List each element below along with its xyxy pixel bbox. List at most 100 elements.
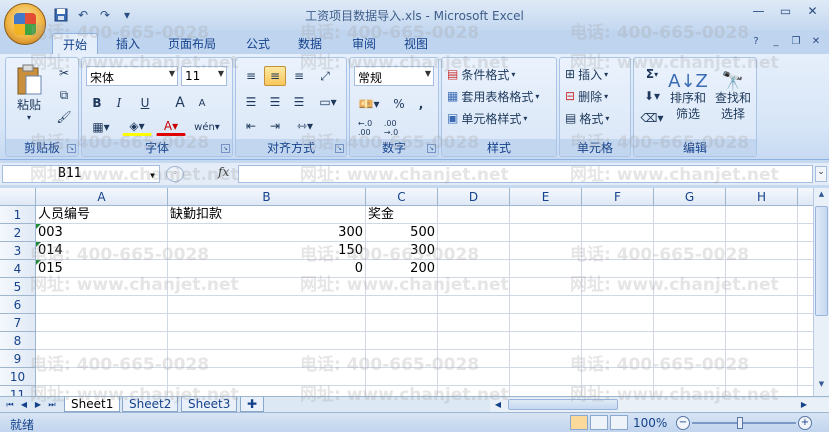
row-header-3[interactable]: 3 [0, 242, 36, 260]
scroll-up-icon[interactable]: ▲ [815, 190, 828, 204]
italic-button[interactable]: I [110, 94, 128, 112]
cell-e2[interactable] [510, 224, 582, 242]
cell-g4[interactable] [654, 260, 726, 278]
copy-icon[interactable]: ⧉ [54, 86, 74, 104]
tab-review[interactable]: 审阅 [342, 33, 386, 54]
column-header-h[interactable]: H [726, 188, 798, 206]
cell-c8[interactable] [366, 332, 438, 350]
cell-g11[interactable] [654, 386, 726, 396]
cell-f3[interactable] [582, 242, 654, 260]
grow-font-button[interactable]: A [170, 94, 190, 112]
percent-button[interactable]: % [390, 94, 408, 114]
cell-d3[interactable] [438, 242, 510, 260]
cell-c1[interactable]: 奖金 [366, 206, 438, 224]
cell-f7[interactable] [582, 314, 654, 332]
cell-c4[interactable]: 200 [366, 260, 438, 278]
cell-b11[interactable] [168, 386, 366, 396]
zoom-slider-track[interactable] [692, 422, 796, 424]
align-left-icon[interactable]: ☰ [240, 92, 262, 112]
format-cells-button[interactable]: ▤ 格式 ▾ [564, 108, 628, 128]
cell-e5[interactable] [510, 278, 582, 296]
insert-cells-button[interactable]: ⊞ 插入 ▾ [564, 64, 628, 84]
cell-e10[interactable] [510, 368, 582, 386]
doc-restore-icon[interactable]: ❐ [789, 34, 803, 48]
shrink-font-button[interactable]: A [192, 94, 212, 112]
name-box[interactable]: B11 ▼ [2, 165, 160, 183]
cell-d1[interactable] [438, 206, 510, 224]
cell-d2[interactable] [438, 224, 510, 242]
horizontal-scrollbar[interactable]: ◀ ▶ [490, 398, 829, 412]
conditional-format-button[interactable]: ▤ 条件格式 ▾ [446, 64, 554, 84]
decrease-indent-icon[interactable]: ⇤ [240, 116, 262, 136]
zoom-level[interactable]: 100% [633, 416, 667, 430]
fill-icon[interactable]: ⬇▾ [638, 86, 666, 106]
cell-f6[interactable] [582, 296, 654, 314]
fill-color-icon[interactable]: ◈▾ [122, 118, 152, 136]
cell-d10[interactable] [438, 368, 510, 386]
doc-minimize-icon[interactable]: _ [769, 34, 783, 48]
cancel-formula-icon[interactable]: ◦ [166, 166, 184, 182]
increase-indent-icon[interactable]: ⇥ [264, 116, 286, 136]
tab-data[interactable]: 数据 [288, 33, 332, 54]
cell-d11[interactable] [438, 386, 510, 396]
cell-g5[interactable] [654, 278, 726, 296]
cell-c7[interactable] [366, 314, 438, 332]
cell-a4[interactable]: 015 [36, 260, 168, 278]
bottom-align-icon[interactable]: ≡ [288, 66, 310, 86]
help-icon[interactable]: ? [749, 34, 763, 48]
number-format-select[interactable]: 常规 ▼ [354, 66, 434, 86]
cell-h8[interactable] [726, 332, 798, 350]
tab-page-layout[interactable]: 页面布局 [158, 33, 226, 54]
font-launcher-icon[interactable]: ↘ [221, 144, 230, 153]
first-sheet-icon[interactable]: ⏮ [4, 398, 16, 411]
align-center-icon[interactable]: ☰ [264, 92, 286, 112]
cell-f10[interactable] [582, 368, 654, 386]
cell-f2[interactable] [582, 224, 654, 242]
cell-d8[interactable] [438, 332, 510, 350]
cell-e6[interactable] [510, 296, 582, 314]
close-button[interactable]: ✕ [800, 2, 825, 20]
cell-a8[interactable] [36, 332, 168, 350]
cell-f11[interactable] [582, 386, 654, 396]
scroll-down-icon[interactable]: ▼ [815, 380, 828, 394]
cell-h1[interactable] [726, 206, 798, 224]
cell-h7[interactable] [726, 314, 798, 332]
cell-f8[interactable] [582, 332, 654, 350]
cell-h3[interactable] [726, 242, 798, 260]
normal-view-icon[interactable] [570, 415, 588, 430]
vertical-scrollbar[interactable]: ▲ ▼ [813, 188, 829, 396]
cell-g3[interactable] [654, 242, 726, 260]
cell-e8[interactable] [510, 332, 582, 350]
cell-a5[interactable] [36, 278, 168, 296]
row-header-10[interactable]: 10 [0, 368, 36, 386]
merge-center-icon[interactable]: ⇿▾ [290, 116, 320, 136]
cell-h10[interactable] [726, 368, 798, 386]
bold-button[interactable]: B [88, 94, 106, 112]
underline-button[interactable]: U [132, 94, 158, 112]
format-painter-icon[interactable]: 🖌 [54, 108, 74, 126]
row-header-8[interactable]: 8 [0, 332, 36, 350]
cell-b8[interactable] [168, 332, 366, 350]
autosum-icon[interactable]: Σ ▾ [638, 64, 666, 84]
cell-f9[interactable] [582, 350, 654, 368]
cell-e11[interactable] [510, 386, 582, 396]
cell-h11[interactable] [726, 386, 798, 396]
font-color-icon[interactable]: A▾ [156, 118, 186, 136]
borders-icon[interactable]: ▦▾ [88, 118, 114, 136]
office-button[interactable] [4, 3, 46, 45]
comma-button[interactable]: , [412, 94, 430, 114]
format-as-table-button[interactable]: ▦ 套用表格格式 ▾ [446, 86, 554, 106]
cell-d5[interactable] [438, 278, 510, 296]
horizontal-scroll-thumb[interactable] [508, 399, 618, 410]
cell-b3[interactable]: 150 [168, 242, 366, 260]
cell-h4[interactable] [726, 260, 798, 278]
expand-formula-bar-icon[interactable]: ⌄ [815, 166, 827, 182]
cell-f4[interactable] [582, 260, 654, 278]
column-header-b[interactable]: B [168, 188, 366, 206]
sheet-tab-sheet1[interactable]: Sheet1 [64, 397, 121, 412]
cell-g10[interactable] [654, 368, 726, 386]
cell-d4[interactable] [438, 260, 510, 278]
column-header-g[interactable]: G [654, 188, 726, 206]
font-size-select[interactable]: 11 ▼ [181, 66, 227, 86]
wrap-text-icon[interactable]: ▭▾ [314, 92, 342, 112]
